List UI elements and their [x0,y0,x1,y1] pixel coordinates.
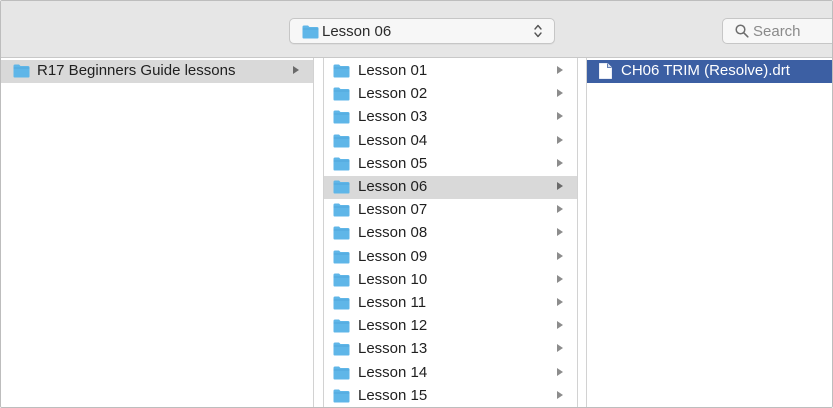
disclosure-arrow-icon [557,251,563,260]
folder-icon [333,342,350,356]
disclosure-arrow-icon [557,158,563,167]
disclosure-arrow-icon [293,66,299,74]
disclosure-arrow-icon [557,274,563,283]
disclosure-arrow-icon [557,344,563,353]
list-item-folder[interactable]: Lesson 02 [324,83,577,106]
search-icon [735,24,749,38]
list-item-label: Lesson 03 [358,108,428,126]
toolbar: Lesson 06 [1,1,832,58]
folder-icon [333,273,350,287]
disclosure-arrow-icon [557,66,563,74]
disclosure-arrow-icon [557,135,563,144]
disclosure-arrow-icon [557,390,563,399]
list-item-label: CH06 TRIM (Resolve).drt [621,62,790,79]
list-item-folder[interactable]: Lesson 11 [324,292,577,315]
disclosure-arrow-icon [557,112,563,121]
list-item-folder[interactable]: Lesson 14 [324,362,577,385]
folder-icon [333,389,350,403]
list-item-label: Lesson 09 [358,247,428,265]
list-item-label: Lesson 13 [358,340,428,358]
list-item-label: Lesson 10 [358,270,428,288]
list-item-label: Lesson 12 [358,317,428,335]
folder-icon [13,64,30,78]
disclosure-arrow-icon [557,298,563,306]
list-item-label: Lesson 15 [358,386,428,404]
folder-icon [333,134,350,148]
list-item-label: Lesson 07 [358,201,428,219]
list-item-folder[interactable]: R17 Beginners Guide lessons [1,60,313,83]
path-popup-label: Lesson 06 [322,23,392,40]
list-item-folder[interactable]: Lesson 08 [324,222,577,245]
disclosure-arrow-icon [557,367,563,376]
list-item-label: Lesson 04 [358,131,428,149]
browser-column-root[interactable]: R17 Beginners Guide lessons [1,58,314,407]
list-item-folder[interactable]: Lesson 15 [324,385,577,407]
up-down-chevron-icon [534,24,542,38]
list-item-label: Lesson 08 [358,224,428,242]
list-item-folder[interactable]: Lesson 06 [324,176,577,199]
list-item-label: Lesson 14 [358,363,428,381]
folder-icon [333,250,350,264]
folder-icon [333,366,350,380]
folder-icon [333,180,350,194]
search-field[interactable] [722,18,832,44]
list-item-label: R17 Beginners Guide lessons [37,62,236,79]
folder-icon [333,87,350,101]
list-item-folder[interactable]: Lesson 09 [324,246,577,269]
folder-icon [333,157,350,171]
folder-icon [302,25,319,39]
folder-icon [333,296,350,310]
list-item-label: Lesson 05 [358,154,428,172]
search-input[interactable] [753,21,832,41]
path-popup-button[interactable]: Lesson 06 [289,18,555,44]
folder-icon [333,110,350,124]
list-item-label: Lesson 01 [358,62,428,79]
list-item-folder[interactable]: Lesson 01 [324,60,577,83]
list-item-folder[interactable]: Lesson 05 [324,153,577,176]
list-item-folder[interactable]: Lesson 03 [324,106,577,129]
list-item-file[interactable]: CH06 TRIM (Resolve).drt [587,60,832,83]
list-item-label: Lesson 02 [358,85,428,103]
list-item-folder[interactable]: Lesson 04 [324,130,577,153]
folder-icon [333,64,350,78]
list-item-folder[interactable]: Lesson 12 [324,315,577,338]
disclosure-arrow-icon [557,205,563,214]
document-icon [599,63,612,79]
list-item-folder[interactable]: Lesson 07 [324,199,577,222]
folder-icon [333,226,350,240]
finder-browser-window: Lesson 06 R17 Beginners Guide lessons L [0,0,833,408]
folder-icon [333,203,350,217]
list-item-folder[interactable]: Lesson 10 [324,269,577,292]
folder-icon [333,319,350,333]
browser-column-files[interactable]: CH06 TRIM (Resolve).drt [586,58,832,407]
disclosure-arrow-icon [557,182,563,190]
disclosure-arrow-icon [557,321,563,330]
browser-column-lessons[interactable]: Lesson 01 Lesson 02 Lesson 03 Lesson 04 Less… [323,58,578,407]
disclosure-arrow-icon [557,89,563,98]
list-item-label: Lesson 11 [358,294,427,311]
disclosure-arrow-icon [557,228,563,237]
list-item-label: Lesson 06 [358,178,428,195]
list-item-folder[interactable]: Lesson 13 [324,338,577,361]
